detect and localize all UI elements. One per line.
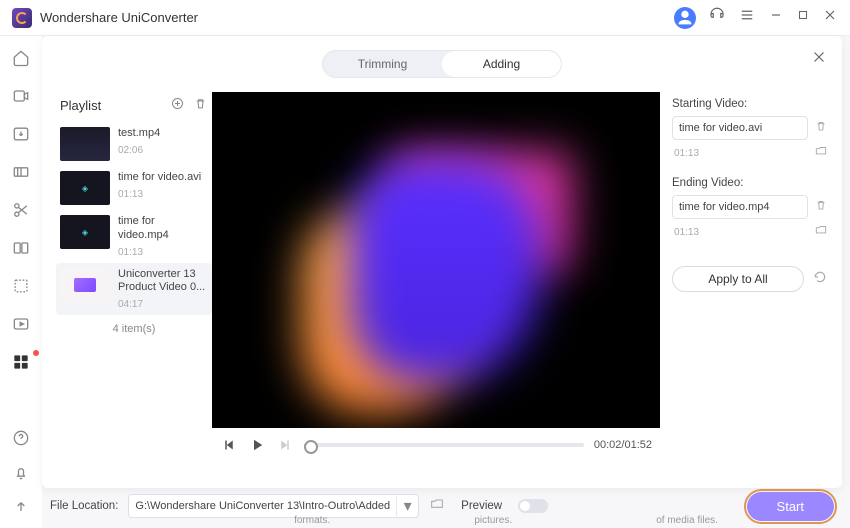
sidebar-help-icon[interactable]	[11, 428, 31, 448]
playlist-item-name: time for video.mp4	[118, 215, 208, 243]
ending-video-label: Ending Video:	[672, 177, 828, 189]
playlist-item-name: test.mp4	[118, 127, 208, 141]
playlist-item[interactable]: ◈ time for video.avi 01:13	[56, 166, 212, 210]
sidebar-download-icon[interactable]	[11, 124, 31, 144]
browse-starting-button[interactable]	[814, 144, 828, 163]
playlist-item-name: Uniconverter 13 Product Video 0...	[118, 268, 208, 296]
starting-video-time: 01:13	[672, 148, 699, 159]
ending-video-time: 01:13	[672, 227, 699, 238]
mode-tabs: Trimming Adding	[322, 50, 562, 78]
sidebar-merge-icon[interactable]	[11, 238, 31, 258]
video-preview[interactable]	[212, 92, 660, 428]
preview-label: Preview	[461, 500, 502, 512]
play-button[interactable]	[248, 436, 266, 454]
timecode: 00:02/01:52	[594, 439, 652, 451]
next-frame-button[interactable]	[276, 436, 294, 454]
browse-ending-button[interactable]	[814, 223, 828, 242]
remove-starting-button[interactable]	[814, 119, 828, 138]
tab-trimming[interactable]: Trimming	[323, 51, 442, 77]
minimize-button[interactable]	[768, 7, 784, 28]
playlist-item-time: 01:13	[118, 189, 208, 200]
app-title: Wondershare UniConverter	[40, 10, 198, 25]
sidebar-player-icon[interactable]	[11, 314, 31, 334]
maximize-button[interactable]	[796, 8, 810, 27]
close-button[interactable]	[822, 7, 838, 28]
playlist-count: 4 item(s)	[56, 323, 212, 335]
video-thumbnail	[60, 127, 110, 161]
playlist-item-time: 02:06	[118, 145, 208, 156]
playlist-item[interactable]: Uniconverter 13 Product Video 0... 04:17	[56, 263, 212, 316]
sidebar-bell-icon[interactable]	[11, 462, 31, 482]
sidebar-scissors-icon[interactable]	[11, 200, 31, 220]
preview-toggle[interactable]	[518, 499, 548, 513]
sidebar-toolbox-icon[interactable]	[11, 352, 31, 372]
prev-frame-button[interactable]	[220, 436, 238, 454]
playlist-item-time: 01:13	[118, 247, 208, 258]
video-thumbnail	[60, 268, 110, 302]
ending-video-field[interactable]: time for video.mp4	[672, 195, 808, 219]
dialog-close-button[interactable]	[810, 48, 828, 66]
sidebar-share-icon[interactable]	[11, 496, 31, 516]
app-logo	[12, 8, 32, 28]
chevron-down-icon: ▾	[396, 496, 418, 516]
user-avatar[interactable]	[674, 7, 696, 29]
open-folder-button[interactable]	[429, 496, 445, 517]
apply-to-all-button[interactable]: Apply to All	[672, 266, 804, 292]
sidebar-home-icon[interactable]	[11, 48, 31, 68]
video-thumbnail: ◈	[60, 171, 110, 205]
tab-adding[interactable]: Adding	[442, 51, 561, 77]
seek-slider[interactable]	[304, 443, 584, 447]
remove-ending-button[interactable]	[814, 198, 828, 217]
sidebar-video-icon[interactable]	[11, 86, 31, 106]
sidebar-compress-icon[interactable]	[11, 162, 31, 182]
headset-icon[interactable]	[708, 6, 726, 29]
starting-video-field[interactable]: time for video.avi	[672, 116, 808, 140]
hamburger-icon[interactable]	[738, 6, 756, 29]
playlist-item-name: time for video.avi	[118, 171, 208, 185]
add-media-button[interactable]	[170, 96, 185, 114]
reset-button[interactable]	[812, 269, 828, 290]
file-location-path: G:\Wondershare UniConverter 13\Intro-Out…	[129, 500, 396, 512]
playlist-item[interactable]: ◈ time for video.mp4 01:13	[56, 210, 212, 263]
playlist-item-time: 04:17	[118, 299, 208, 310]
file-location-select[interactable]: G:\Wondershare UniConverter 13\Intro-Out…	[128, 494, 419, 518]
playlist-item[interactable]: test.mp4 02:06	[56, 122, 212, 166]
file-location-label: File Location:	[50, 500, 118, 512]
sidebar-crop-icon[interactable]	[11, 276, 31, 296]
delete-button[interactable]	[193, 96, 208, 114]
playlist-title: Playlist	[60, 98, 101, 113]
video-thumbnail: ◈	[60, 215, 110, 249]
starting-video-label: Starting Video:	[672, 98, 828, 110]
start-button[interactable]: Start	[747, 492, 834, 521]
